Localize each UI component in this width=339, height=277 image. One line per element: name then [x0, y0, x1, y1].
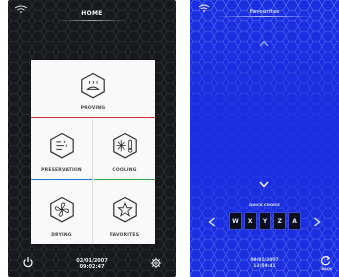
favourites-screen: Favourites QUICK CHOICE W X Y Z A 09/01/… — [190, 0, 339, 277]
time-text: 13:59:41 — [253, 263, 276, 269]
footer-bar: 02/01/2007 09:02:47 — [8, 253, 176, 277]
page-title: HOME — [81, 10, 103, 17]
preservation-tile[interactable]: PRESERVATION — [31, 119, 93, 180]
settings-icon[interactable] — [150, 257, 162, 269]
quick-choice-button[interactable]: W — [229, 212, 242, 230]
back-label: BACK — [321, 267, 332, 271]
proving-tile[interactable]: PROVING — [31, 60, 155, 118]
favorites-label: FAVORITES — [109, 233, 140, 238]
favorites-tile[interactable]: FAVORITES — [94, 181, 155, 244]
drying-label: DRYING — [51, 233, 72, 238]
drying-icon — [49, 196, 74, 222]
cooling-label: COOLING — [112, 168, 137, 173]
chevron-down-icon[interactable] — [259, 181, 269, 188]
back-icon[interactable] — [320, 255, 331, 266]
preservation-label: PRESERVATION — [41, 168, 82, 173]
favorites-icon — [112, 196, 137, 222]
proving-label: PROVING — [80, 106, 106, 111]
home-screen: HOME PROVING PRESERVATION COOLING DRYING… — [8, 0, 176, 277]
preservation-icon — [49, 132, 74, 159]
proving-icon — [81, 72, 105, 98]
chevron-up-icon[interactable] — [259, 40, 269, 47]
mode-panel: PROVING PRESERVATION COOLING DRYING FAVO… — [31, 60, 155, 244]
quick-choice-row: W X Y Z A — [229, 212, 301, 230]
page-title: Favourites — [249, 9, 280, 15]
quick-choice-button[interactable]: Y — [258, 212, 272, 230]
quick-choice-button[interactable]: A — [288, 212, 301, 230]
cooling-tile[interactable]: COOLING — [94, 119, 155, 180]
drying-tile[interactable]: DRYING — [31, 181, 93, 244]
quick-choice-button[interactable]: X — [243, 212, 257, 230]
quick-choice-label: QUICK CHOICE — [249, 202, 280, 207]
quick-choice-button[interactable]: Z — [273, 212, 287, 230]
datetime-display: 09/01/2007 13:59:41 — [190, 258, 339, 269]
title-divider — [58, 20, 126, 21]
arrow-left-icon[interactable] — [208, 217, 216, 227]
title-divider — [215, 16, 314, 17]
arrow-right-icon[interactable] — [313, 217, 321, 227]
cooling-icon — [112, 132, 137, 159]
